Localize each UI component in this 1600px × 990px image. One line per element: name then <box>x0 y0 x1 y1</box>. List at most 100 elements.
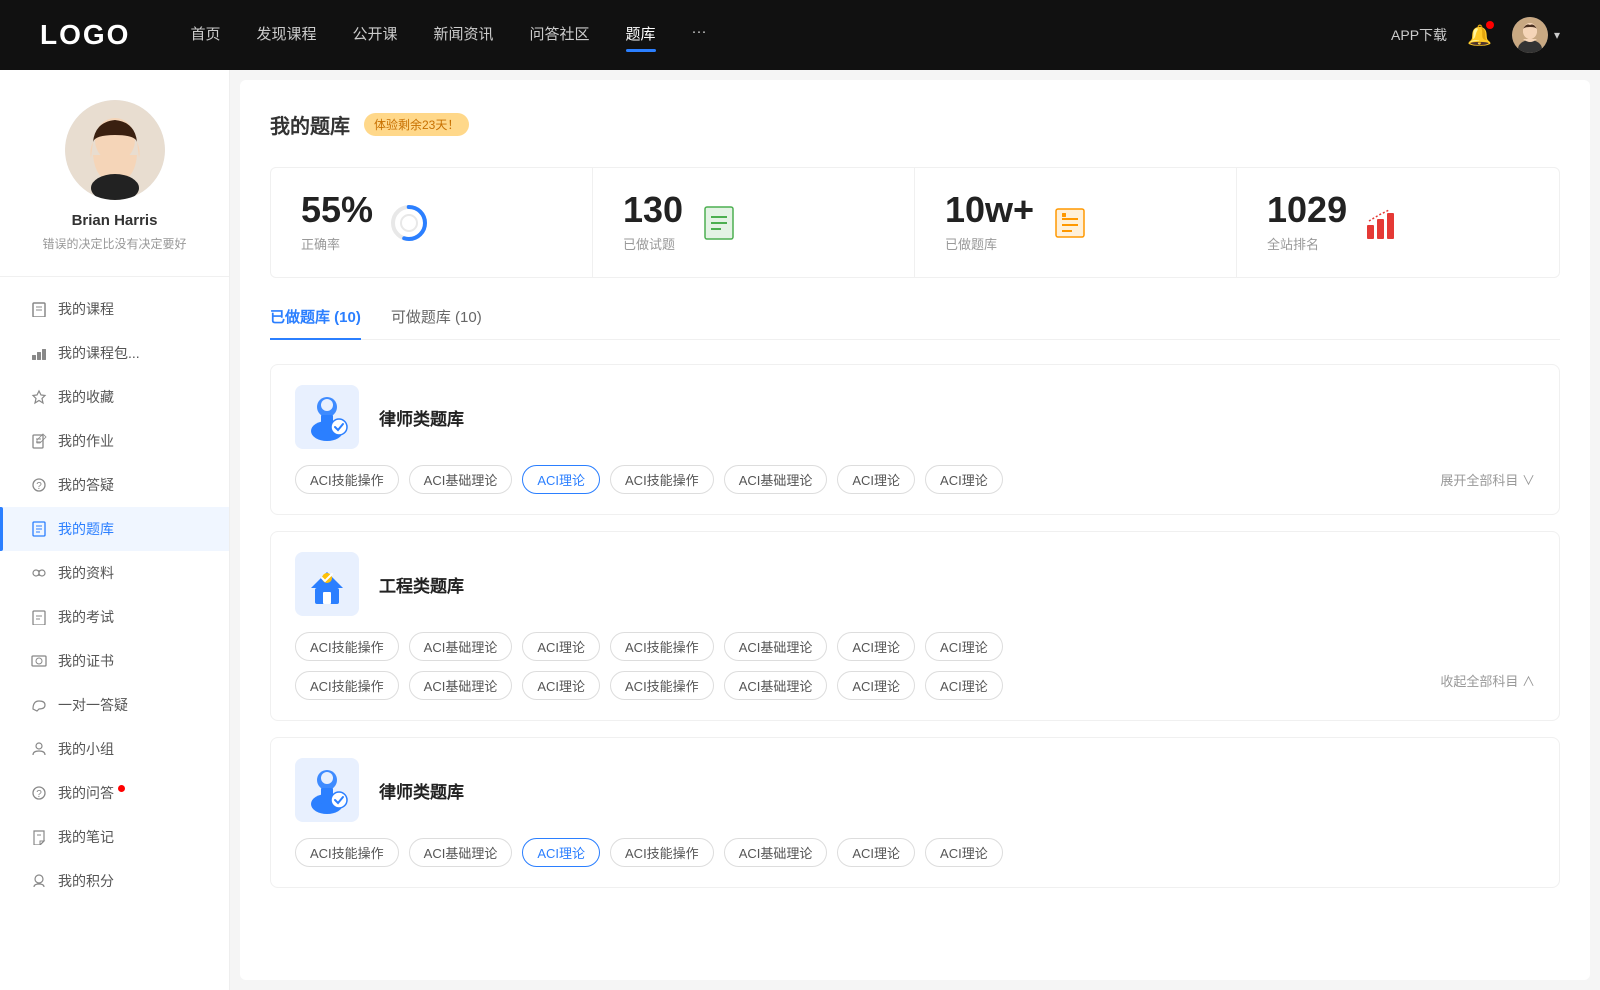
sidebar-item-points[interactable]: 我的积分 <box>0 859 229 903</box>
sidebar-label: 我的课程包... <box>58 343 140 363</box>
profile-motto: 错误的决定比没有决定要好 <box>42 235 186 252</box>
points-icon <box>30 872 48 890</box>
tag[interactable]: ACI基础理论 <box>724 671 828 700</box>
tag[interactable]: ACI基础理论 <box>409 838 513 867</box>
qa-notification-dot <box>118 785 125 792</box>
sidebar-item-homework[interactable]: 我的作业 <box>0 419 229 463</box>
nav-qa[interactable]: 问答社区 <box>530 23 590 48</box>
sidebar-label: 我的资料 <box>58 563 114 583</box>
tag[interactable]: ACI理论 <box>837 671 915 700</box>
stats-row: 55% 正确率 130 已做试题 <box>270 167 1560 278</box>
tag[interactable]: ACI理论 <box>925 465 1003 494</box>
engineer-bank-icon <box>295 552 359 616</box>
tag[interactable]: ACI技能操作 <box>610 838 714 867</box>
sidebar-item-notes[interactable]: 我的笔记 <box>0 815 229 859</box>
tag[interactable]: ACI技能操作 <box>295 838 399 867</box>
stat-correct-rate: 55% 正确率 <box>271 168 593 277</box>
tag[interactable]: ACI理论 <box>925 632 1003 661</box>
sidebar-label: 我的积分 <box>58 871 114 891</box>
tag[interactable]: ACI理论 <box>837 838 915 867</box>
sidebar-item-one-on-one[interactable]: 一对一答疑 <box>0 683 229 727</box>
nav-discover[interactable]: 发现课程 <box>256 23 316 48</box>
tag[interactable]: ACI理论 <box>925 838 1003 867</box>
tag[interactable]: ACI理论 <box>522 671 600 700</box>
certificate-icon <box>30 652 48 670</box>
sidebar-item-materials[interactable]: 我的资料 <box>0 551 229 595</box>
done-questions-icon <box>699 203 739 243</box>
tag[interactable]: ACI技能操作 <box>295 465 399 494</box>
sidebar-item-favorites[interactable]: 我的收藏 <box>0 375 229 419</box>
nav-question-bank[interactable]: 题库 <box>626 23 656 48</box>
stat-done-questions: 130 已做试题 <box>593 168 915 277</box>
sidebar-item-my-course[interactable]: 我的课程 <box>0 287 229 331</box>
notes-icon <box>30 828 48 846</box>
tag[interactable]: ACI技能操作 <box>295 632 399 661</box>
tag[interactable]: ACI基础理论 <box>409 465 513 494</box>
navbar-right: APP下载 🔔 ▾ <box>1391 17 1560 53</box>
tag[interactable]: ACI技能操作 <box>610 671 714 700</box>
tag-active[interactable]: ACI理论 <box>522 465 600 494</box>
tags-row-lawyer-1: ACI技能操作 ACI基础理论 ACI理论 ACI技能操作 ACI基础理论 AC… <box>295 465 1535 494</box>
navbar: LOGO 首页 发现课程 公开课 新闻资讯 问答社区 题库 ··· APP下载 … <box>0 0 1600 70</box>
one-on-one-icon <box>30 696 48 714</box>
sidebar-label: 我的小组 <box>58 739 114 759</box>
sidebar-item-exam[interactable]: 我的考试 <box>0 595 229 639</box>
tag[interactable]: ACI基础理论 <box>409 671 513 700</box>
user-menu[interactable]: ▾ <box>1512 17 1560 53</box>
sidebar-label: 我的问答 <box>58 783 114 803</box>
bank-card-lawyer-1: 律师类题库 ACI技能操作 ACI基础理论 ACI理论 ACI技能操作 ACI基… <box>270 364 1560 515</box>
bank-name-lawyer-1: 律师类题库 <box>379 405 464 430</box>
bank-name-lawyer-2: 律师类题库 <box>379 778 464 803</box>
stat-value-done-questions: 130 <box>623 192 683 228</box>
stat-label-correct-rate: 正确率 <box>301 234 373 253</box>
tag[interactable]: ACI理论 <box>925 671 1003 700</box>
nav-open-course[interactable]: 公开课 <box>352 23 397 48</box>
tag[interactable]: ACI基础理论 <box>409 632 513 661</box>
tag[interactable]: ACI技能操作 <box>610 465 714 494</box>
group-icon <box>30 740 48 758</box>
tab-available-banks[interactable]: 可做题库 (10) <box>391 306 482 339</box>
tabs-row: 已做题库 (10) 可做题库 (10) <box>270 306 1560 340</box>
tag[interactable]: ACI技能操作 <box>295 671 399 700</box>
correct-rate-icon <box>389 203 429 243</box>
tag[interactable]: ACI理论 <box>837 632 915 661</box>
chevron-down-icon: ▾ <box>1554 28 1560 42</box>
tag[interactable]: ACI理论 <box>522 632 600 661</box>
tag[interactable]: ACI基础理论 <box>724 465 828 494</box>
sidebar-item-group[interactable]: 我的小组 <box>0 727 229 771</box>
stat-label-site-rank: 全站排名 <box>1267 234 1347 253</box>
tag[interactable]: ACI理论 <box>837 465 915 494</box>
tab-done-banks[interactable]: 已做题库 (10) <box>270 306 361 339</box>
collapse-link-engineer[interactable]: 收起全部科目 ∧ <box>1440 671 1535 700</box>
app-download-link[interactable]: APP下载 <box>1391 25 1447 45</box>
lawyer-bank-icon <box>295 385 359 449</box>
favorites-icon <box>30 388 48 406</box>
tag[interactable]: ACI技能操作 <box>610 632 714 661</box>
my-course-icon <box>30 300 48 318</box>
nav-news[interactable]: 新闻资讯 <box>434 23 494 48</box>
expand-link-lawyer-1[interactable]: 展开全部科目 ∨ <box>1440 470 1535 489</box>
stat-label-done-questions: 已做试题 <box>623 234 683 253</box>
site-rank-icon <box>1363 203 1403 243</box>
nav-home[interactable]: 首页 <box>190 23 220 48</box>
notification-bell[interactable]: 🔔 <box>1467 23 1492 48</box>
sidebar-label: 我的证书 <box>58 651 114 671</box>
tags-row-2-engineer: ACI技能操作 ACI基础理论 ACI理论 ACI技能操作 ACI基础理论 AC… <box>295 671 1535 700</box>
bank-card-lawyer-2: 律师类题库 ACI技能操作 ACI基础理论 ACI理论 ACI技能操作 ACI基… <box>270 737 1560 888</box>
nav-more[interactable]: ··· <box>692 23 707 48</box>
exam-icon <box>30 608 48 626</box>
tag[interactable]: ACI基础理论 <box>724 838 828 867</box>
tag[interactable]: ACI基础理论 <box>724 632 828 661</box>
profile-avatar <box>65 100 165 200</box>
sidebar-label: 我的笔记 <box>58 827 114 847</box>
sidebar-item-course-package[interactable]: 我的课程包... <box>0 331 229 375</box>
bank-name-engineer: 工程类题库 <box>379 572 464 597</box>
main-layout: Brian Harris 错误的决定比没有决定要好 我的课程 我的课程包... <box>0 70 1600 990</box>
tag-active[interactable]: ACI理论 <box>522 838 600 867</box>
course-package-icon <box>30 344 48 362</box>
sidebar-item-certificate[interactable]: 我的证书 <box>0 639 229 683</box>
sidebar-item-question-bank[interactable]: 我的题库 <box>0 507 229 551</box>
page-header: 我的题库 体验剩余23天！ <box>270 110 1560 139</box>
sidebar-item-my-qa[interactable]: ? 我的问答 <box>0 771 229 815</box>
sidebar-item-qa[interactable]: ? 我的答疑 <box>0 463 229 507</box>
